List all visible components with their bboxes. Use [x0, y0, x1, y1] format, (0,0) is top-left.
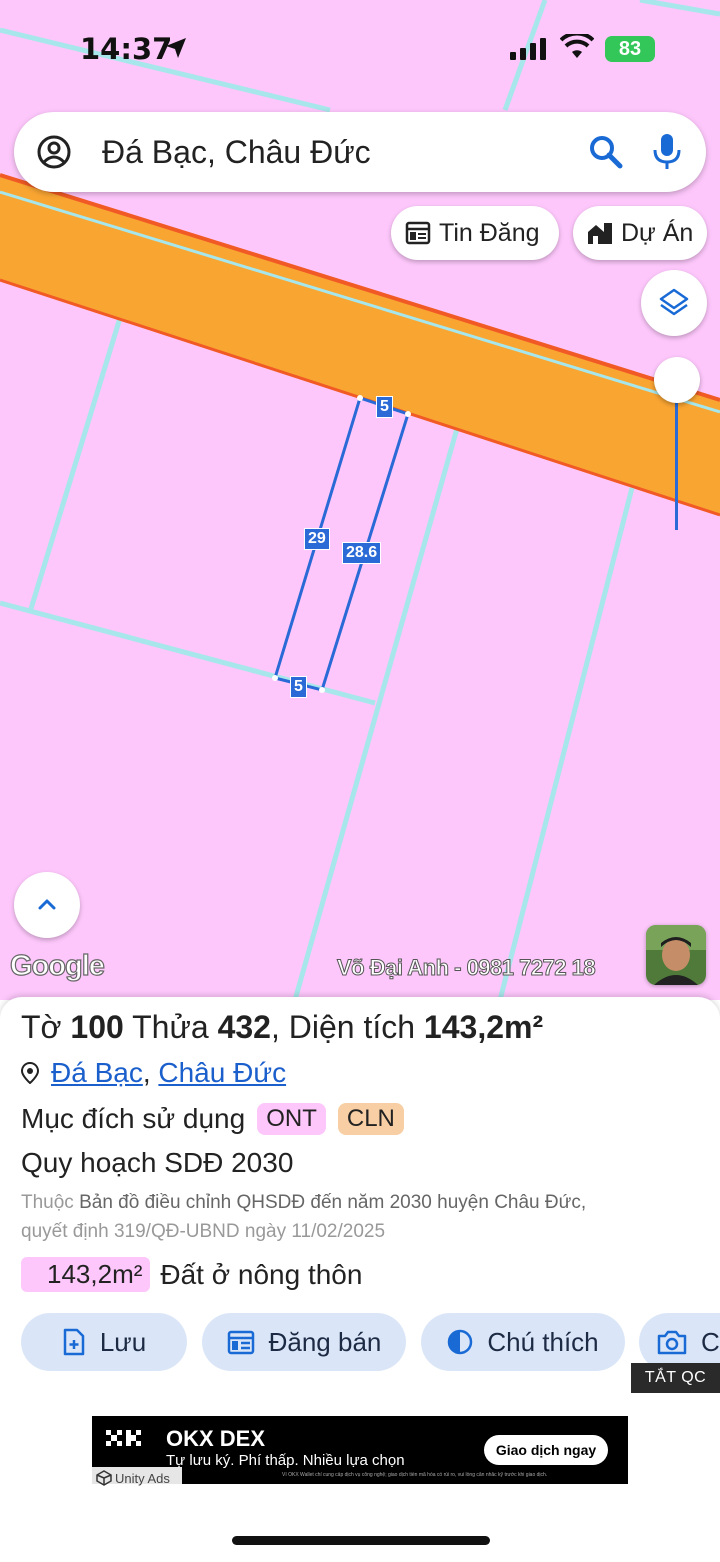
- avatar[interactable]: [646, 925, 706, 985]
- plot-prefix: Thửa: [132, 1009, 209, 1045]
- camera-add-icon: [657, 1330, 687, 1355]
- building-icon: [588, 223, 612, 244]
- layers-icon: [659, 288, 689, 316]
- area-prefix: , Diện tích: [270, 1009, 416, 1045]
- plan-desc-prefix: Thuộc: [21, 1192, 74, 1213]
- ad-title: OKX DEX: [166, 1426, 266, 1451]
- turn-off-ads-button[interactable]: TẮT QC: [631, 1363, 720, 1393]
- zoning-area-value: 143,2m²: [21, 1257, 151, 1292]
- segment-label-top: 5: [376, 396, 393, 418]
- map-view[interactable]: 5 29 28.6 5 14:37 83 Đá Bạc, Châu Đức Ti…: [0, 0, 720, 1000]
- unity-logo-icon: [96, 1470, 112, 1486]
- sheet-number: 100: [70, 1009, 124, 1045]
- zoning-area-type: Đất ở nông thôn: [160, 1258, 363, 1290]
- contrast-icon: [448, 1329, 473, 1355]
- chevron-up-icon: [38, 899, 56, 910]
- search-query[interactable]: Đá Bạc, Châu Đức: [102, 132, 371, 172]
- mic-icon[interactable]: [652, 132, 682, 172]
- commune-link[interactable]: Đá Bạc: [51, 1057, 143, 1089]
- projects-chip-label: Dự Án: [621, 218, 694, 247]
- cellular-signal-icon: [510, 38, 546, 60]
- search-icon[interactable]: [588, 134, 624, 170]
- purpose-label: Mục đích sử dụng: [21, 1103, 246, 1134]
- google-logo: Google: [9, 949, 105, 982]
- parcel-address: Đá Bạc, Châu Đức: [21, 1057, 286, 1089]
- battery-indicator: 83: [605, 36, 655, 62]
- status-time: 14:37: [80, 32, 173, 66]
- listings-chip[interactable]: Tin Đăng: [391, 206, 559, 260]
- projects-chip[interactable]: Dự Án: [573, 206, 707, 260]
- search-bar[interactable]: Đá Bạc, Châu Đức: [14, 112, 706, 192]
- plan-title: Quy hoạch SDĐ 2030: [21, 1147, 294, 1178]
- ad-fine-print: Ví OKX Wallet chỉ cung cấp dịch vụ công …: [282, 1472, 548, 1478]
- purpose-tag-cln[interactable]: CLN: [337, 1103, 404, 1135]
- listing-calendar-icon: [227, 1330, 254, 1355]
- location-pin-icon: [21, 1062, 39, 1084]
- post-for-sale-button[interactable]: Đăng bán: [202, 1313, 406, 1371]
- segment-label-left: 29: [304, 528, 330, 550]
- segment-label-bottom: 5: [290, 676, 307, 698]
- camera-label: C: [701, 1326, 720, 1357]
- segment-label-right: 28.6: [342, 542, 382, 564]
- watermark-text: Võ Đại Anh - 0981 7272 18: [336, 955, 596, 981]
- ad-subtitle: Tự lưu ký. Phí thấp. Nhiều lựa chọn: [166, 1452, 405, 1469]
- sheet-prefix: Tờ: [21, 1009, 62, 1045]
- plan-desc-line1: Bản đồ điều chỉnh QHSDĐ đến năm 2030 huy…: [79, 1192, 587, 1213]
- zoning-area-row: 143,2m² Đất ở nông thôn: [21, 1257, 362, 1292]
- map-layers-button[interactable]: [641, 270, 707, 336]
- purpose-tag-ont[interactable]: ONT: [257, 1103, 326, 1135]
- status-bar: 14:37 83: [0, 0, 720, 100]
- file-add-icon: [63, 1328, 85, 1356]
- ad-provider-label: Unity Ads: [115, 1470, 170, 1486]
- listings-chip-label: Tin Đăng: [439, 218, 540, 247]
- ad-provider-badge: Unity Ads: [92, 1467, 182, 1489]
- expand-sheet-button[interactable]: [14, 872, 80, 938]
- land-use-purpose: Mục đích sử dụng ONT CLN: [21, 1103, 404, 1135]
- post-for-sale-label: Đăng bán: [268, 1326, 382, 1357]
- plot-number: 432: [217, 1009, 271, 1045]
- location-arrow-icon: [166, 38, 186, 58]
- save-button-label: Lưu: [99, 1326, 147, 1357]
- okx-logo-icon: [106, 1430, 141, 1446]
- opacity-slider-knob[interactable]: [654, 357, 700, 403]
- wifi-icon: [560, 34, 594, 58]
- parcel-title: Tờ 100 Thửa 432, Diện tích 143,2m²: [21, 1009, 543, 1046]
- plan-desc-line2: quyết định 319/QĐ-UBND ngày 11/02/2025: [21, 1221, 386, 1242]
- save-button[interactable]: Lưu: [21, 1313, 187, 1371]
- listings-icon: [405, 221, 431, 245]
- account-circle-icon[interactable]: [36, 134, 72, 170]
- district-link[interactable]: Châu Đức: [158, 1057, 286, 1089]
- legend-button[interactable]: Chú thích: [421, 1313, 625, 1371]
- plan-description: Thuộc Bản đồ điều chỉnh QHSDĐ đến năm 20…: [21, 1188, 720, 1246]
- ad-cta-button[interactable]: Giao dịch ngay: [484, 1435, 608, 1465]
- home-indicator[interactable]: [232, 1536, 490, 1545]
- legend-label: Chú thích: [487, 1326, 599, 1357]
- parcel-area: 143,2m²: [423, 1009, 544, 1045]
- avatar-photo-icon: [646, 925, 706, 985]
- parcel-info-sheet[interactable]: Tờ 100 Thửa 432, Diện tích 143,2m² Đá Bạ…: [0, 997, 720, 1562]
